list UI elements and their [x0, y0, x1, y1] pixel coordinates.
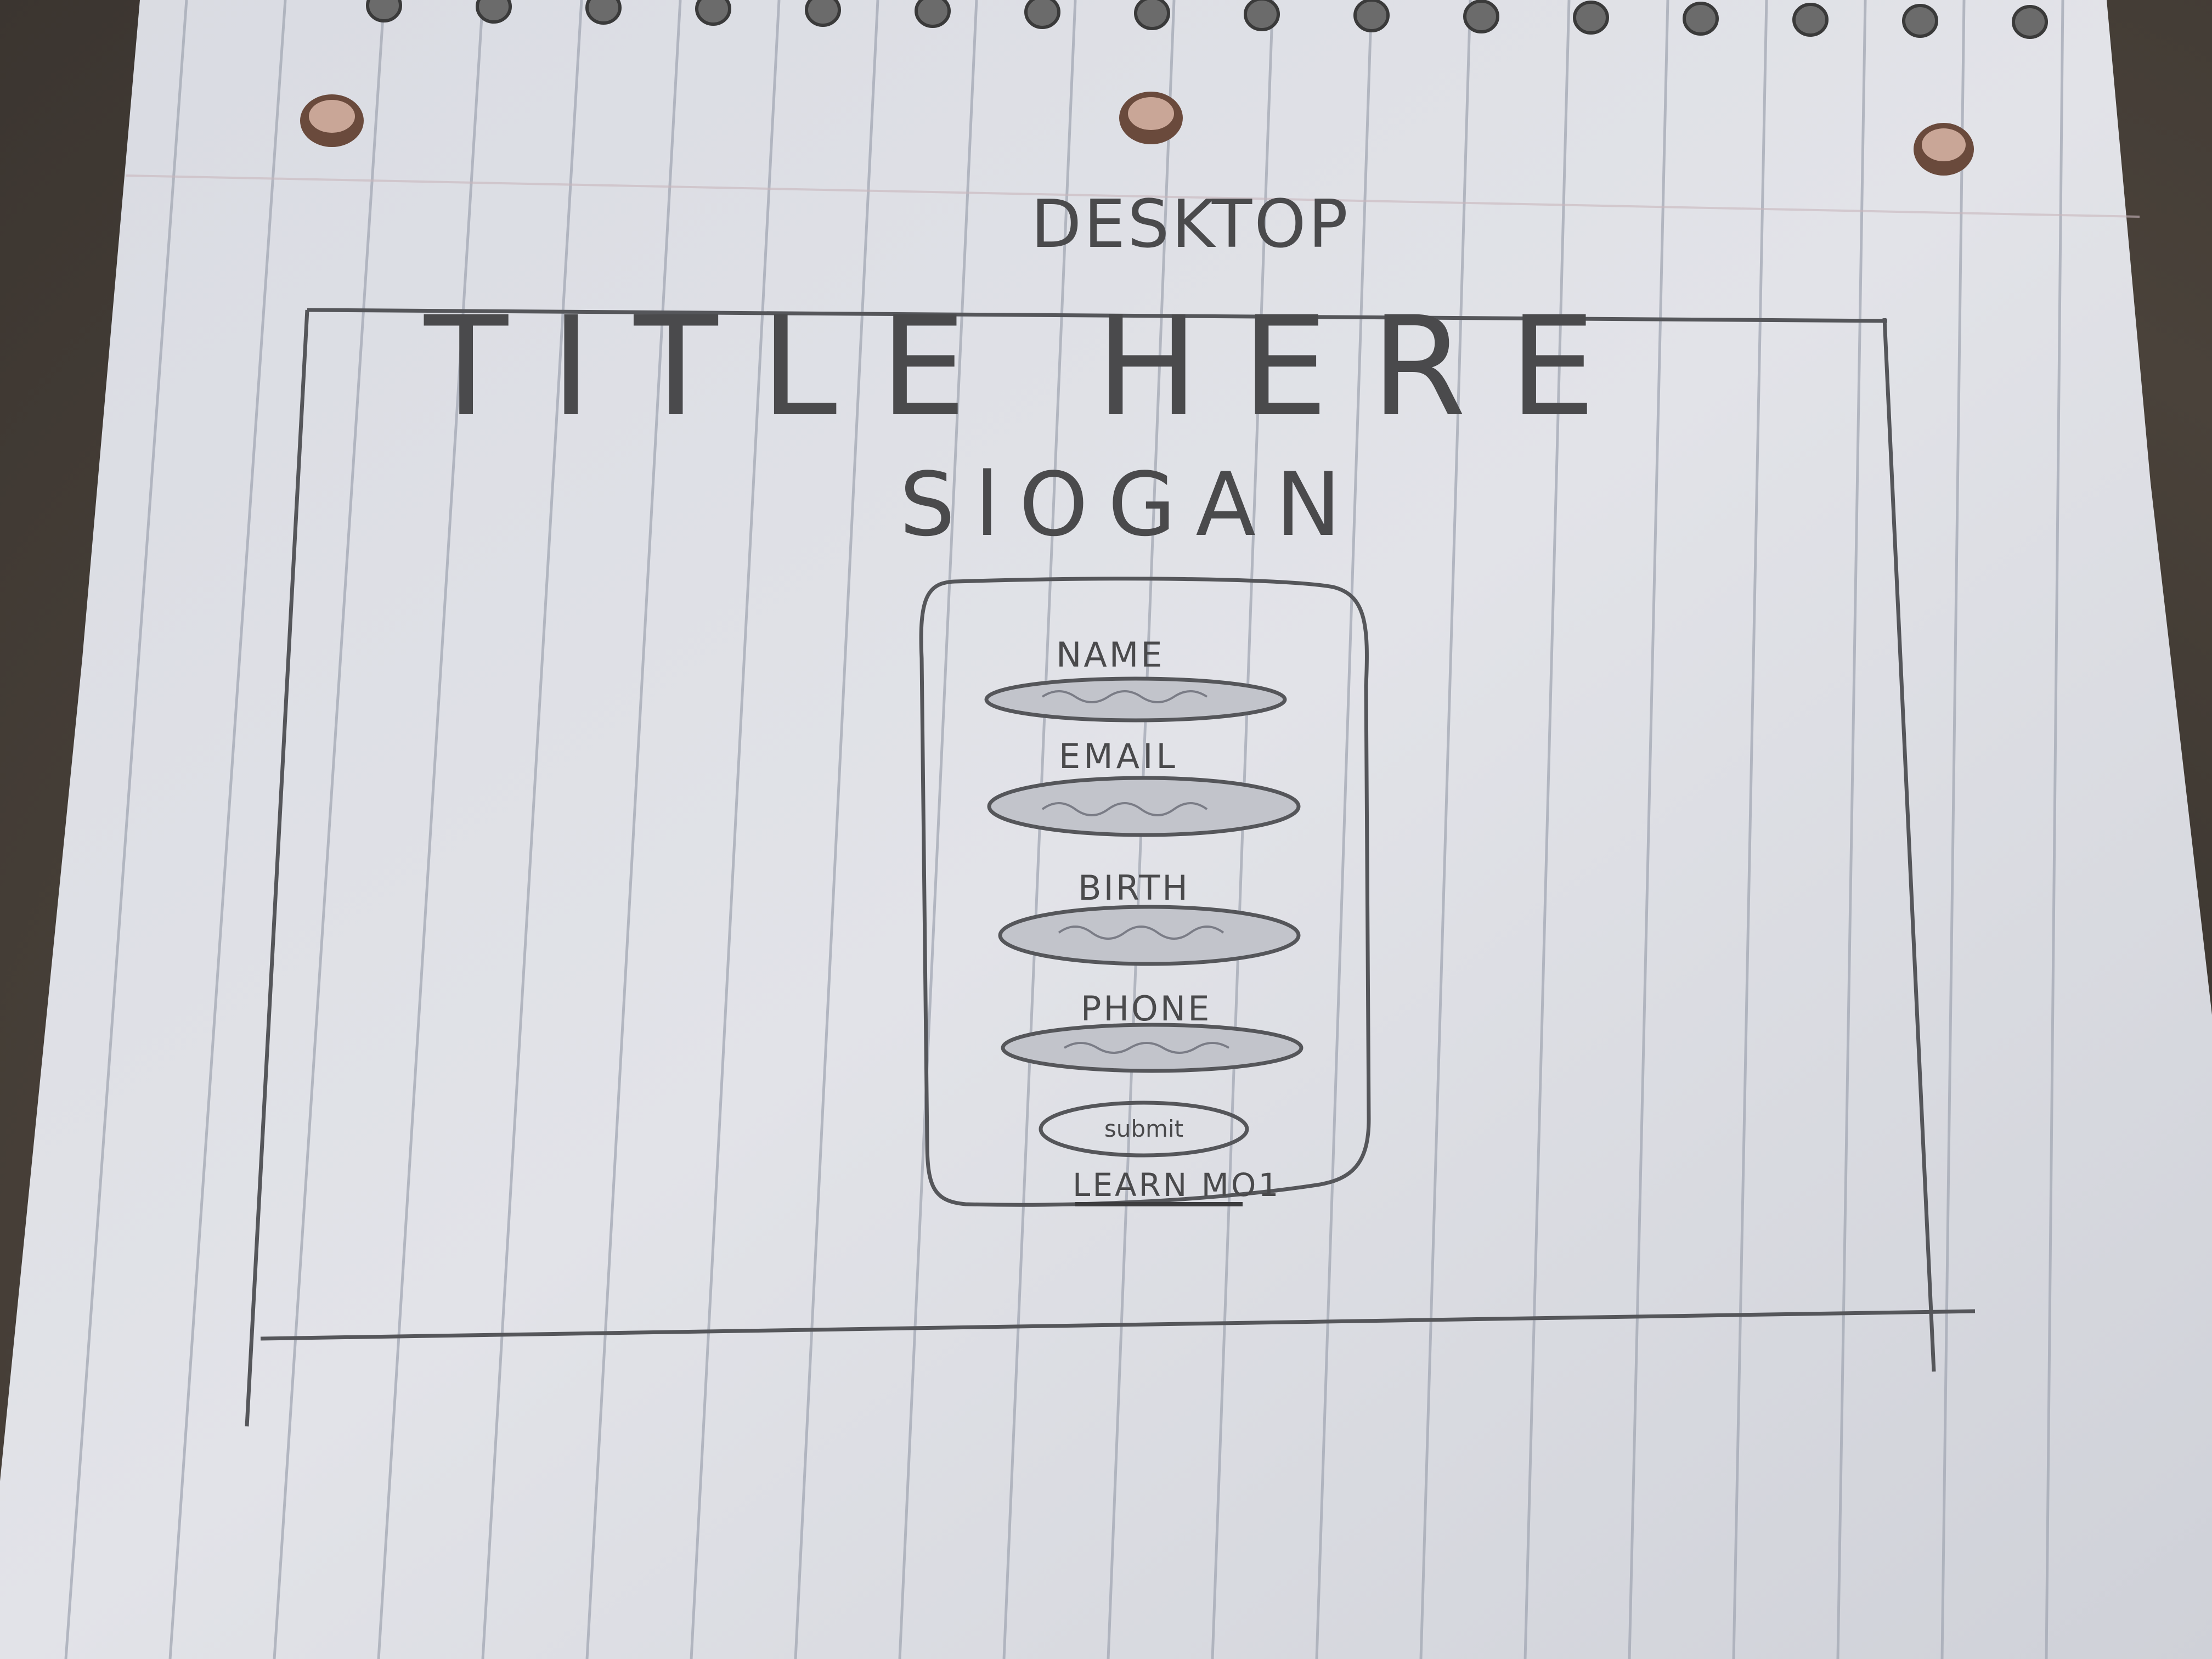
phone-field-label: PHONE: [1081, 989, 1211, 1029]
birth-field-label: BIRTH: [1078, 868, 1190, 908]
learn-more-link-label: LEARN MO1: [1073, 1166, 1280, 1204]
page-label: DESKTOP: [1031, 187, 1350, 263]
phone-input[interactable]: [1001, 1023, 1304, 1073]
email-field-label: EMAIL: [1059, 736, 1178, 776]
sketch-slogan: SlOGAN: [899, 453, 1361, 556]
sketch-title: TITLE HERE: [424, 287, 1638, 447]
birth-input[interactable]: [998, 905, 1301, 966]
photo-scene: DESKTOP TITLE HERE SlOGAN NAME EMAIL BIR…: [0, 0, 2212, 1659]
submit-button-label: submit: [1104, 1115, 1183, 1142]
name-input[interactable]: [984, 676, 1287, 723]
notebook-page: DESKTOP TITLE HERE SlOGAN NAME EMAIL BIR…: [0, 0, 2212, 1659]
email-input[interactable]: [987, 776, 1301, 837]
name-field-label: NAME: [1056, 635, 1164, 675]
learn-more-link[interactable]: LEARN MO1: [1073, 1166, 1280, 1206]
